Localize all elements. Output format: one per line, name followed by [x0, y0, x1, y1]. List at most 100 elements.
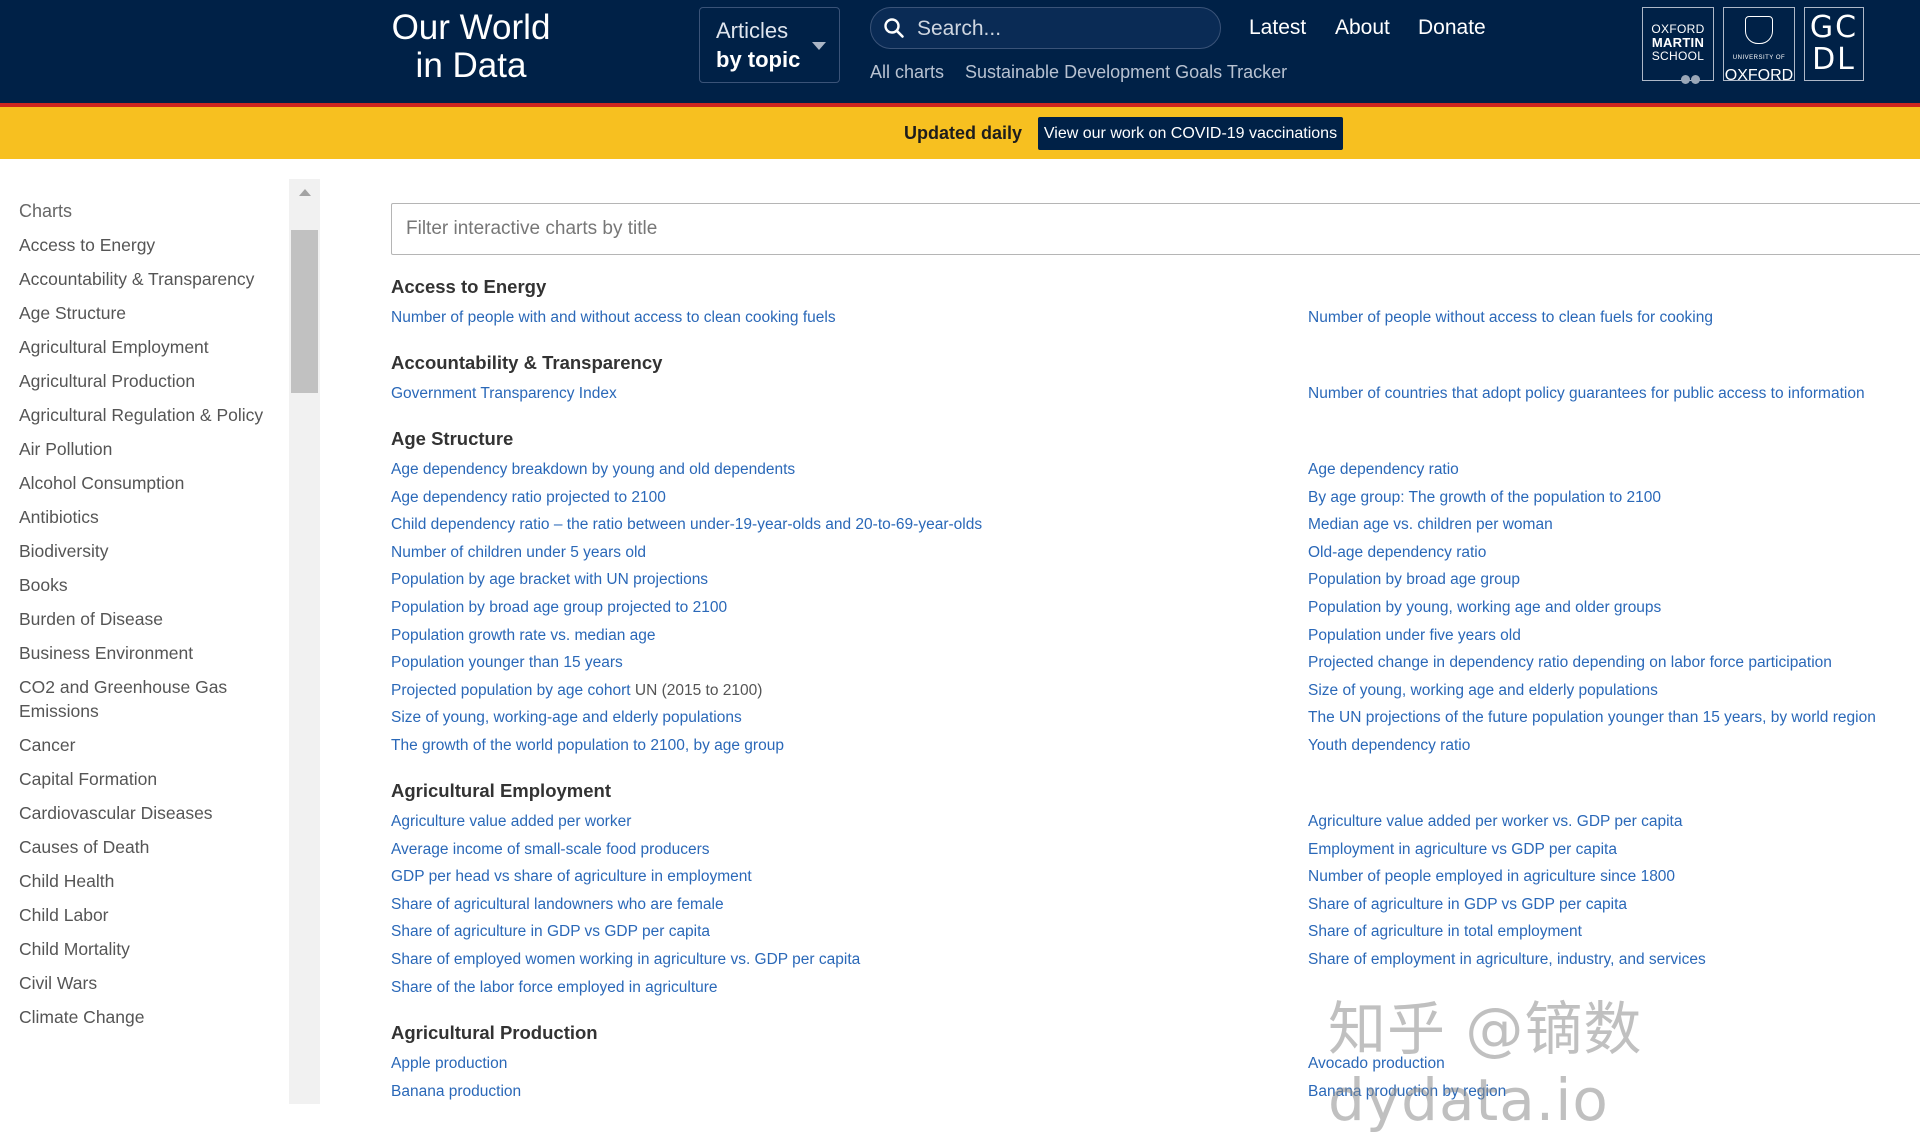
chart-link[interactable]: Share of employment in agriculture, indu… [1308, 946, 1920, 974]
sidebar-item[interactable]: Child Health [19, 869, 269, 893]
chart-link[interactable]: Number of countries that adopt policy gu… [1308, 380, 1920, 408]
chart-link[interactable]: Size of young, working age and elderly p… [1308, 677, 1920, 705]
chart-link[interactable]: Number of people employed in agriculture… [1308, 863, 1920, 891]
scroll-thumb[interactable] [291, 230, 318, 393]
oms-line-2: MARTIN [1643, 36, 1713, 50]
chart-link[interactable]: Number of people with and without access… [391, 304, 1308, 332]
chart-link-text: Share of agricultural landowners who are… [391, 895, 724, 913]
gcdl-logo[interactable]: GC DL [1804, 7, 1864, 81]
chart-link[interactable]: Population by broad age group projected … [391, 594, 1308, 622]
sidebar-item[interactable]: Civil Wars [19, 971, 269, 995]
sidebar-item[interactable]: Alcohol Consumption [19, 471, 269, 495]
university-of-oxford-logo[interactable]: UNIVERSITY OF OXFORD [1723, 7, 1795, 84]
chart-link[interactable]: Projected change in dependency ratio dep… [1308, 649, 1920, 677]
chart-link[interactable]: Median age vs. children per woman [1308, 511, 1920, 539]
chart-link[interactable]: Average income of small-scale food produ… [391, 836, 1308, 864]
sidebar-item[interactable]: Cancer [19, 733, 269, 757]
chart-link[interactable]: Size of young, working-age and elderly p… [391, 704, 1308, 732]
subnav-sdg-tracker[interactable]: Sustainable Development Goals Tracker [965, 62, 1287, 83]
chart-link[interactable]: Population under five years old [1308, 622, 1920, 650]
chart-link-text: Share of employed women working in agric… [391, 950, 861, 968]
sidebar-item[interactable]: Agricultural Employment [19, 335, 269, 359]
chart-link[interactable]: Population growth rate vs. median age [391, 622, 1308, 650]
chart-link-text: Size of young, working-age and elderly p… [391, 709, 742, 727]
chart-link[interactable]: Agriculture value added per worker [391, 808, 1308, 836]
chart-link[interactable]: Share of agricultural landowners who are… [391, 891, 1308, 919]
chart-link[interactable]: Share of agriculture in GDP vs GDP per c… [1308, 891, 1920, 919]
subnav-all-charts[interactable]: All charts [870, 62, 944, 83]
chart-link[interactable]: Youth dependency ratio [1308, 732, 1920, 760]
chart-link[interactable]: Population by young, working age and old… [1308, 594, 1920, 622]
chart-link[interactable]: Banana production [391, 1078, 1308, 1106]
chart-link[interactable]: Share of the labor force employed in agr… [391, 974, 1308, 1002]
scroll-up-arrow-icon[interactable] [299, 189, 311, 196]
sidebar-heading[interactable]: Charts [19, 199, 269, 223]
chart-link-text: Population under five years old [1308, 626, 1521, 644]
chart-link[interactable]: Old-age dependency ratio [1308, 539, 1920, 567]
chart-link[interactable]: Share of employed women working in agric… [391, 946, 1308, 974]
chart-link[interactable]: Employment in agriculture vs GDP per cap… [1308, 836, 1920, 864]
chart-link[interactable]: Age dependency ratio [1308, 456, 1920, 484]
chart-link[interactable]: Number of children under 5 years old [391, 539, 1308, 567]
search-bar[interactable] [870, 7, 1221, 50]
sidebar-item[interactable]: CO2 and Greenhouse Gas Emissions [19, 675, 269, 723]
sidebar-list: Charts Access to Energy Accountability & … [19, 199, 269, 1039]
chart-link[interactable]: By age group: The growth of the populati… [1308, 484, 1920, 512]
chart-link[interactable]: The growth of the world population to 21… [391, 732, 1308, 760]
chart-link[interactable]: The UN projections of the future populat… [1308, 704, 1920, 732]
chart-link[interactable]: Age dependency ratio projected to 2100 [391, 484, 1308, 512]
chart-link[interactable]: Age dependency breakdown by young and ol… [391, 456, 1308, 484]
site-logo[interactable]: Our World in Data [383, 9, 559, 85]
sidebar-item[interactable]: Accountability & Transparency [19, 267, 269, 291]
sidebar-item[interactable]: Burden of Disease [19, 607, 269, 631]
sidebar-item[interactable]: Climate Change [19, 1005, 269, 1029]
chart-link[interactable]: Number of people without access to clean… [1308, 304, 1920, 332]
sidebar-item[interactable]: Child Mortality [19, 937, 269, 961]
filter-charts-input[interactable] [391, 203, 1920, 255]
column-right: Number of countries that adopt policy gu… [1308, 380, 1920, 408]
sidebar-item[interactable]: Biodiversity [19, 539, 269, 563]
chart-link[interactable]: GDP per head vs share of agriculture in … [391, 863, 1308, 891]
oxford-martin-school-logo[interactable]: OXFORD MARTIN SCHOOL [1642, 7, 1714, 84]
chart-link[interactable]: Share of agriculture in total employment [1308, 918, 1920, 946]
chart-link-text: Population by broad age group [1308, 571, 1520, 589]
sidebar-item[interactable]: Agricultural Production [19, 369, 269, 393]
sidebar-item[interactable]: Access to Energy [19, 233, 269, 257]
sidebar-item[interactable]: Causes of Death [19, 835, 269, 859]
chart-link[interactable]: Population by broad age group [1308, 566, 1920, 594]
sidebar-item[interactable]: Books [19, 573, 269, 597]
chart-link[interactable]: Population by age bracket with UN projec… [391, 566, 1308, 594]
chart-link[interactable]: Projected population by age cohort UN (2… [391, 677, 1308, 705]
oms-line-3: SCHOOL [1651, 49, 1705, 63]
banner-text: Updated daily [904, 123, 1023, 143]
chart-link-text: Number of countries that adopt policy gu… [1308, 385, 1865, 402]
sidebar-item[interactable]: Child Labor [19, 903, 269, 927]
sidebar-item[interactable]: Antibiotics [19, 505, 269, 529]
search-input[interactable] [915, 8, 1209, 50]
chart-link[interactable]: Agriculture value added per worker vs. G… [1308, 808, 1920, 836]
chart-link[interactable]: Apple production [391, 1050, 1308, 1078]
chart-link[interactable]: Avocado production [1308, 1050, 1920, 1078]
sidebar-item[interactable]: Age Structure [19, 301, 269, 325]
chart-link-text: Average income of small-scale food produ… [391, 840, 710, 858]
sidebar-item[interactable]: Agricultural Regulation & Policy [19, 403, 269, 427]
sidebar-item[interactable]: Air Pollution [19, 437, 269, 461]
sidebar-scrollbar[interactable] [289, 179, 320, 1104]
column-left: Agriculture value added per worker Averag… [391, 808, 1308, 1001]
nav-latest[interactable]: Latest [1249, 16, 1306, 40]
chart-link[interactable]: Banana production by region [1308, 1078, 1920, 1106]
chart-link-text: Age dependency ratio [1308, 461, 1459, 478]
chart-link[interactable]: Government Transparency Index [391, 380, 1308, 408]
chart-link[interactable]: Population younger than 15 years [391, 649, 1308, 677]
articles-by-topic-dropdown[interactable]: Articles by topic [699, 7, 840, 83]
sidebar-item[interactable]: Capital Formation [19, 767, 269, 791]
chart-link[interactable]: Share of agriculture in GDP vs GDP per c… [391, 918, 1308, 946]
chart-link[interactable]: Child dependency ratio – the ratio betwe… [391, 511, 1308, 539]
nav-donate[interactable]: Donate [1418, 16, 1486, 40]
nav-about[interactable]: About [1335, 16, 1390, 40]
chart-link-text: Age dependency ratio projected to 2100 [391, 488, 666, 506]
sidebar-item[interactable]: Cardiovascular Diseases [19, 801, 269, 825]
sidebar-item[interactable]: Business Environment [19, 641, 269, 665]
column-right: Number of people without access to clean… [1308, 304, 1920, 332]
covid-vaccinations-button[interactable]: View our work on COVID-19 vaccinations [1038, 117, 1343, 150]
